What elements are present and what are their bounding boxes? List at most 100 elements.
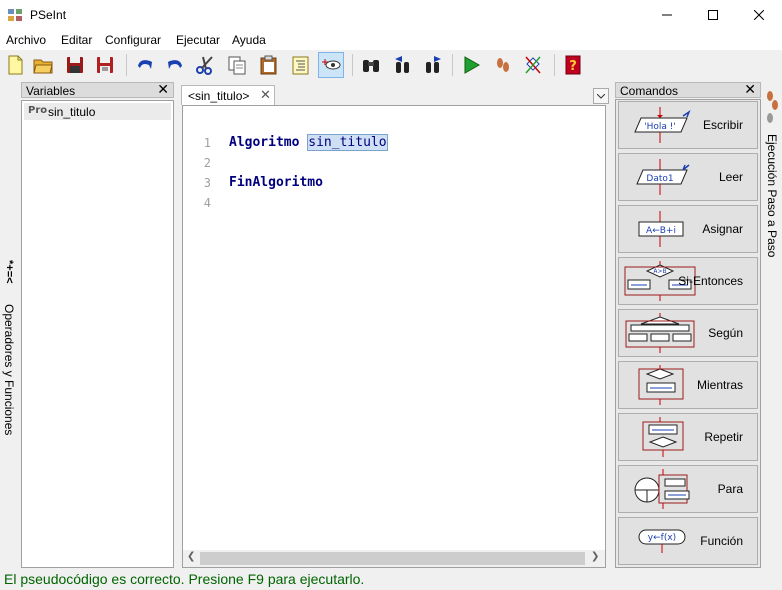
escribir-button[interactable]: 'Hola !' Escribir [618,101,758,149]
flowchart-icon [525,56,541,74]
open-file-button[interactable] [30,52,56,78]
maximize-button[interactable] [690,0,736,30]
find-button[interactable] [358,52,384,78]
operators-functions-strip[interactable]: *+=< Operadores y Funciones [0,82,20,568]
menu-ejecutar[interactable]: Ejecutar [176,33,220,47]
variable-inspector-button[interactable] [318,52,344,78]
variable-item[interactable]: Pro sin_titulo [24,103,171,120]
new-file-button[interactable] [2,52,28,78]
minimize-button[interactable] [644,0,690,30]
redo-icon [168,60,182,69]
help-button[interactable]: ? [560,52,586,78]
step-by-step-button[interactable] [490,52,516,78]
funcion-button[interactable]: y←f(x) Función [618,517,758,565]
tab-sin-titulo[interactable]: <sin_titulo> ✕ [181,85,275,105]
tab-close-button[interactable]: ✕ [260,87,271,103]
tab-list-dropdown[interactable] [593,88,609,104]
line-number: 3 [203,176,211,190]
para-label: Para [717,482,743,496]
toolbar-separator [554,54,555,76]
flowchart-button[interactable] [520,52,546,78]
code-line[interactable]: Algoritmo sin_titulo [229,134,388,151]
svg-text:?: ? [569,59,577,74]
paste-icon [260,55,277,75]
toolbar-separator [352,54,353,76]
read-icon: Dato1 [636,159,690,195]
commands-header: Comandos ✕ [615,81,761,98]
asignar-button[interactable]: A←B+i Asignar [618,205,758,253]
save-button[interactable] [62,52,88,78]
while-icon [638,365,684,405]
svg-text:A←B+i: A←B+i [646,226,676,236]
step-execution-strip[interactable]: Ejecución Paso a Paso [762,82,782,568]
find-previous-icon [395,56,409,73]
save-as-icon [97,57,113,73]
variables-panel: Variables ✕ Pro sin_titulo [21,81,174,568]
line-number: 4 [203,196,211,210]
commands-title: Comandos [620,84,679,98]
paste-button[interactable] [256,52,282,78]
footsteps-icon [767,91,778,123]
status-message: El pseudocódigo es correcto. Presione F9… [4,571,365,587]
scroll-right-icon[interactable]: ❯ [591,551,599,562]
switch-icon [625,313,695,353]
commands-panel: Comandos ✕ 'Hola !' Escribir Dato1 Leer [615,81,761,568]
horizontal-scrollbar[interactable]: ❮ ❯ [183,550,605,567]
svg-text:Dato1: Dato1 [646,174,673,184]
commands-list: 'Hola !' Escribir Dato1 Leer A←B+i Asign… [615,99,761,568]
commands-close-button[interactable]: ✕ [744,81,756,98]
write-icon: 'Hola !' [634,107,691,143]
maximize-icon [708,10,718,20]
eye-icon [322,59,341,70]
scrollbar-thumb[interactable] [200,552,585,565]
menu-archivo[interactable]: Archivo [6,33,46,47]
code-line[interactable]: FinAlgoritmo [229,175,323,190]
svg-text:A>B: A>B [653,268,666,275]
variables-title: Variables [26,84,76,98]
scroll-left-icon[interactable]: ❮ [187,551,195,562]
variable-item-label: sin_titulo [48,105,96,119]
cut-button[interactable] [192,52,218,78]
copy-button[interactable] [224,52,250,78]
mientras-button[interactable]: Mientras [618,361,758,409]
editor-area: <sin_titulo> ✕ 1 Algoritmo sin_titulo 2 … [179,82,611,568]
title-bar: PSeInt [0,0,782,30]
find-next-button[interactable] [420,52,446,78]
chevron-down-icon [597,93,605,99]
repetir-button[interactable]: Repetir [618,413,758,461]
code-editor[interactable]: 1 Algoritmo sin_titulo 2 3 FinAlgoritmo … [182,105,606,568]
window-title: PSeInt [30,8,67,22]
run-button[interactable] [458,52,484,78]
si-entonces-button[interactable]: A>B Si-Entonces [618,257,758,305]
find-previous-button[interactable] [390,52,416,78]
minimize-icon [662,14,672,16]
save-as-button[interactable] [92,52,118,78]
variables-close-button[interactable]: ✕ [157,81,169,98]
operators-functions-label: Operadores y Funciones [2,304,16,436]
undo-icon [138,60,152,69]
para-button[interactable]: Para [618,465,758,513]
repeat-icon [642,417,684,457]
line-number: 2 [203,156,211,170]
menu-ayuda[interactable]: Ayuda [232,33,266,47]
close-window-button[interactable] [736,0,782,30]
leer-button[interactable]: Dato1 Leer [618,153,758,201]
undo-button[interactable] [132,52,158,78]
menu-bar: Archivo Editar Configurar Ejecutar Ayuda [0,30,782,50]
open-folder-icon [33,59,53,74]
app-icon [7,7,23,23]
operators-symbols: *+=< [3,260,15,284]
variables-list: Pro sin_titulo [21,100,174,568]
new-file-icon [8,55,23,75]
redo-button[interactable] [162,52,188,78]
close-icon [754,10,764,20]
algorithm-name[interactable]: sin_titulo [307,134,388,151]
indent-button[interactable] [288,52,314,78]
for-icon [634,469,690,509]
menu-configurar[interactable]: Configurar [105,33,161,47]
menu-editar[interactable]: Editar [61,33,92,47]
segun-label: Según [708,326,743,340]
asignar-label: Asignar [702,222,743,236]
svg-text:'Hola !': 'Hola !' [644,122,676,132]
segun-button[interactable]: Según [618,309,758,357]
